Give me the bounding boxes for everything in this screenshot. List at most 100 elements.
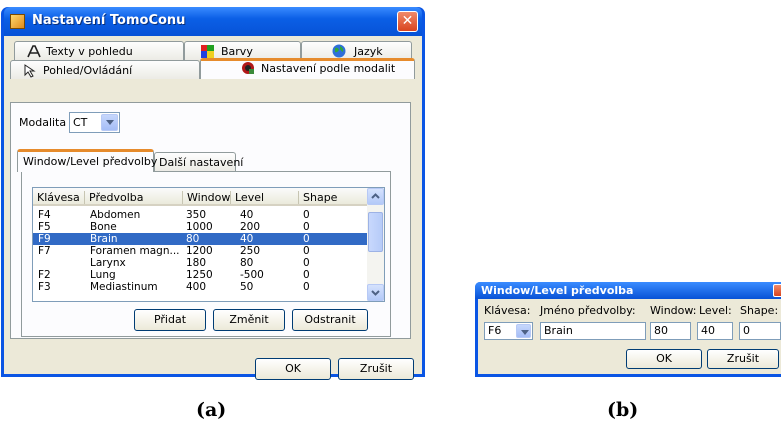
- cell-level: 200: [240, 221, 261, 233]
- cell-predvolba: Larynx: [90, 257, 126, 269]
- tab-texty-v-pohledu[interactable]: Texty v pohledu: [14, 41, 184, 60]
- list-header: Klávesa Předvolba Window Level Shape: [33, 188, 369, 206]
- cell-klavesa: F2: [38, 269, 51, 281]
- modalita-label: Modalita: [19, 116, 67, 129]
- scroll-up-button[interactable]: [367, 188, 384, 205]
- close-button[interactable]: ✕: [397, 11, 418, 32]
- tab-nastaveni-label: Nastavení podle modalit: [261, 62, 396, 75]
- chevron-down-icon: [371, 290, 380, 296]
- globe-icon: [332, 44, 346, 58]
- cell-level: 250: [240, 245, 261, 257]
- table-row-selected[interactable]: F9 Brain 80 40 0: [33, 233, 369, 245]
- cell-level: -500: [240, 269, 264, 281]
- cell-predvolba: Lung: [90, 269, 116, 281]
- cell-window: 1250: [186, 269, 213, 281]
- cell-klavesa: F3: [38, 281, 51, 293]
- window-input[interactable]: 80: [650, 322, 691, 340]
- cell-predvolba: Abdomen: [90, 209, 141, 221]
- table-row[interactable]: F4 Abdomen 350 40 0: [33, 209, 369, 221]
- preset-dialog: Window/Level předvolba Klávesa: Jméno př…: [475, 282, 781, 377]
- cell-shape: 0: [303, 257, 310, 269]
- caption-b: (b): [607, 399, 639, 421]
- cell-klavesa: F5: [38, 221, 51, 233]
- dialog-client-area: Klávesa: Jméno předvolby: Window: Level:…: [478, 299, 781, 374]
- column-header-window[interactable]: Window: [183, 191, 231, 204]
- cell-klavesa: F7: [38, 245, 51, 257]
- column-header-klavesa[interactable]: Klávesa: [33, 191, 85, 204]
- zrusit-button[interactable]: Zrušit: [338, 358, 414, 380]
- cell-shape: 0: [303, 269, 310, 281]
- tab-dalsi-nastaveni[interactable]: Další nastavení: [154, 152, 243, 171]
- level-label: Level:: [699, 304, 732, 317]
- cell-window: 180: [186, 257, 207, 269]
- scroll-down-button[interactable]: [367, 284, 384, 301]
- window-client-area: Texty v pohledu Barvy Jazyk Pohled/Ovlád…: [4, 36, 422, 380]
- app-icon: [10, 14, 25, 29]
- scroll-thumb[interactable]: [368, 212, 383, 252]
- cell-shape: 0: [303, 221, 310, 233]
- klavesa-label: Klávesa:: [484, 304, 531, 317]
- cell-predvolba: Mediastinum: [90, 281, 158, 293]
- title-bar[interactable]: Nastavení TomoConu ✕: [4, 7, 422, 36]
- table-row[interactable]: F2 Lung 1250 -500 0: [33, 269, 369, 281]
- cell-level: 40: [240, 209, 254, 221]
- dialog-ok-button[interactable]: OK: [626, 349, 702, 369]
- tab-window-level-predvolby[interactable]: Window/Level předvolby: [17, 149, 158, 172]
- dialog-close-button[interactable]: [773, 284, 781, 297]
- font-icon: [27, 45, 41, 58]
- tab-pohled-ovladani[interactable]: Pohled/Ovládání: [10, 60, 200, 79]
- colors-icon: [201, 45, 214, 58]
- jmeno-label: Jméno předvolby:: [540, 304, 636, 317]
- chevron-down-icon[interactable]: [516, 324, 531, 338]
- column-header-shape[interactable]: Shape: [299, 191, 369, 204]
- modalita-value: CT: [73, 116, 88, 129]
- cell-predvolba: Brain: [90, 233, 118, 245]
- dialog-title: Window/Level předvolba: [481, 284, 634, 297]
- cell-predvolba: Bone: [90, 221, 117, 233]
- window-title: Nastavení TomoConu: [32, 13, 186, 28]
- column-header-level[interactable]: Level: [231, 191, 299, 204]
- ok-button[interactable]: OK: [255, 358, 331, 380]
- cell-shape: 0: [303, 233, 310, 245]
- column-header-predvolba[interactable]: Předvolba: [85, 191, 183, 204]
- tab-dalsi-label: Další nastavení: [159, 156, 244, 169]
- cell-window: 1200: [186, 245, 213, 257]
- dialog-zrusit-button[interactable]: Zrušit: [707, 349, 779, 369]
- cell-level: 80: [240, 257, 254, 269]
- cell-shape: 0: [303, 209, 310, 221]
- dialog-title-bar[interactable]: Window/Level předvolba: [475, 282, 781, 299]
- cell-klavesa: F4: [38, 209, 51, 221]
- list-scrollbar[interactable]: [367, 188, 384, 301]
- cell-level: 40: [240, 233, 254, 245]
- modality-icon: [242, 62, 254, 74]
- presets-panel: Klávesa Předvolba Window Level Shape F4 …: [21, 171, 391, 337]
- cell-window: 1000: [186, 221, 213, 233]
- zmenit-button[interactable]: Změnit: [213, 309, 285, 331]
- tab-nastaveni-podle-modalit[interactable]: Nastavení podle modalit: [200, 58, 415, 79]
- jmeno-predvolby-input[interactable]: Brain: [540, 322, 646, 340]
- table-row[interactable]: F5 Bone 1000 200 0: [33, 221, 369, 233]
- tab-pohled-label: Pohled/Ovládání: [43, 64, 133, 77]
- shape-input[interactable]: 0: [739, 322, 781, 340]
- klavesa-select[interactable]: F6: [484, 322, 533, 340]
- table-row[interactable]: F7 Foramen magn... 1200 250 0: [33, 245, 369, 257]
- cell-window: 400: [186, 281, 207, 293]
- klavesa-value: F6: [488, 324, 502, 337]
- cell-shape: 0: [303, 281, 310, 293]
- window-label: Window:: [650, 304, 697, 317]
- cell-level: 50: [240, 281, 254, 293]
- tab-texty-label: Texty v pohledu: [46, 45, 133, 58]
- table-row[interactable]: Larynx 180 80 0: [33, 257, 369, 269]
- tab-panel-modality: Modalita CT Window/Level předvolby Další…: [10, 102, 411, 339]
- odstranit-button[interactable]: Odstranit: [292, 309, 368, 331]
- modalita-select[interactable]: CT: [69, 112, 120, 133]
- presets-list[interactable]: Klávesa Předvolba Window Level Shape F4 …: [32, 187, 385, 302]
- cell-window: 80: [186, 233, 200, 245]
- cursor-arrow-icon: [24, 64, 36, 78]
- level-input[interactable]: 40: [697, 322, 733, 340]
- table-row[interactable]: F3 Mediastinum 400 50 0: [33, 281, 369, 293]
- tab-window-level-label: Window/Level předvolby: [23, 155, 158, 168]
- chevron-down-icon[interactable]: [101, 114, 118, 131]
- pridat-button[interactable]: Přidat: [134, 309, 206, 331]
- settings-window: Nastavení TomoConu ✕ Texty v pohledu Bar…: [1, 7, 425, 380]
